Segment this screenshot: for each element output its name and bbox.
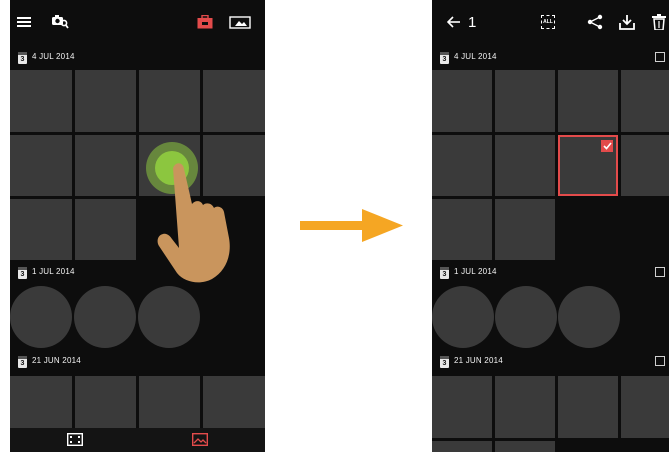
date-label: 4 JUL 2014 — [454, 52, 497, 61]
section-select-checkbox[interactable] — [655, 356, 665, 366]
photo-thumbnail[interactable] — [495, 376, 555, 438]
date-label: 4 JUL 2014 — [32, 52, 75, 61]
image-frame-icon[interactable] — [228, 12, 252, 32]
photo-thumbnail[interactable] — [495, 70, 555, 132]
share-icon[interactable] — [585, 12, 605, 32]
photo-thumbnail[interactable] — [75, 199, 136, 260]
film-icon[interactable] — [66, 432, 84, 451]
bottom-navigation — [10, 428, 265, 452]
gallery-screen-before: 3 4 JUL 2014 3 1 JUL 2014 3 21 JUN 2014 — [10, 0, 265, 452]
gallery-screen-selection-mode: 1 ALL 3 4 JUL 2014 3 1 JUL 2014 3 21 JUN… — [432, 0, 669, 452]
trash-icon[interactable] — [649, 12, 669, 32]
date-label: 21 JUN 2014 — [454, 356, 503, 365]
calendar-icon: 3 — [18, 267, 27, 279]
photo-thumbnail[interactable] — [621, 135, 669, 196]
back-arrow-icon[interactable] — [444, 12, 464, 32]
photo-thumbnail[interactable] — [10, 135, 72, 196]
select-all-label: ALL — [543, 19, 553, 25]
selected-checkmark-icon — [601, 140, 613, 152]
photo-thumbnail[interactable] — [558, 376, 618, 438]
date-label: 1 JUL 2014 — [32, 267, 75, 276]
photo-thumbnail[interactable] — [432, 376, 492, 438]
download-icon[interactable] — [617, 12, 637, 32]
date-header: 3 1 JUL 2014 — [432, 262, 669, 284]
select-all-icon[interactable]: ALL — [538, 12, 558, 32]
photo-thumbnail[interactable] — [432, 70, 492, 132]
photo-thumbnail[interactable] — [432, 441, 492, 452]
photo-thumbnail[interactable] — [203, 70, 265, 132]
calendar-icon: 3 — [18, 52, 27, 64]
photo-thumbnail[interactable] — [432, 135, 492, 196]
photo-thumbnail[interactable] — [139, 70, 200, 132]
video-thumbnail[interactable] — [10, 286, 72, 348]
toolbox-icon[interactable] — [195, 12, 215, 32]
video-thumbnail[interactable] — [74, 286, 136, 348]
photo-thumbnail[interactable] — [495, 199, 555, 260]
photo-thumbnail[interactable] — [75, 70, 136, 132]
video-thumbnail[interactable] — [558, 286, 620, 348]
photo-thumbnail[interactable] — [75, 135, 136, 196]
video-thumbnail[interactable] — [432, 286, 494, 348]
calendar-icon: 3 — [440, 52, 449, 64]
video-thumbnail[interactable] — [495, 286, 557, 348]
date-header: 3 21 JUN 2014 — [10, 351, 265, 373]
photo-thumbnail[interactable] — [495, 135, 555, 196]
photo-thumbnail[interactable] — [621, 376, 669, 438]
section-select-checkbox[interactable] — [655, 267, 665, 277]
calendar-icon: 3 — [440, 267, 449, 279]
photo-thumbnail[interactable] — [432, 199, 492, 260]
gallery-icon[interactable] — [191, 432, 209, 451]
date-header: 3 4 JUL 2014 — [432, 47, 669, 69]
section-select-checkbox[interactable] — [655, 52, 665, 62]
photo-thumbnail[interactable] — [10, 70, 72, 132]
video-thumbnail[interactable] — [138, 286, 200, 348]
pointing-hand-icon — [157, 163, 230, 283]
photo-thumbnail[interactable] — [10, 199, 72, 260]
date-label: 1 JUL 2014 — [454, 267, 497, 276]
photo-thumbnail[interactable] — [495, 441, 555, 452]
calendar-icon: 3 — [18, 356, 27, 368]
date-label: 21 JUN 2014 — [32, 356, 81, 365]
selected-count: 1 — [468, 14, 477, 31]
selection-toolbar: 1 ALL — [432, 0, 669, 44]
top-toolbar — [10, 0, 265, 44]
transition-arrow-icon — [300, 209, 403, 242]
date-header: 3 21 JUN 2014 — [432, 351, 669, 373]
photo-thumbnail[interactable] — [621, 70, 669, 132]
camera-search-icon[interactable] — [50, 12, 70, 32]
date-header: 3 4 JUL 2014 — [10, 47, 265, 69]
photo-thumbnail[interactable] — [558, 70, 618, 132]
hamburger-menu-icon[interactable] — [14, 12, 34, 32]
photo-thumbnail-selected[interactable] — [558, 135, 618, 196]
calendar-icon: 3 — [440, 356, 449, 368]
